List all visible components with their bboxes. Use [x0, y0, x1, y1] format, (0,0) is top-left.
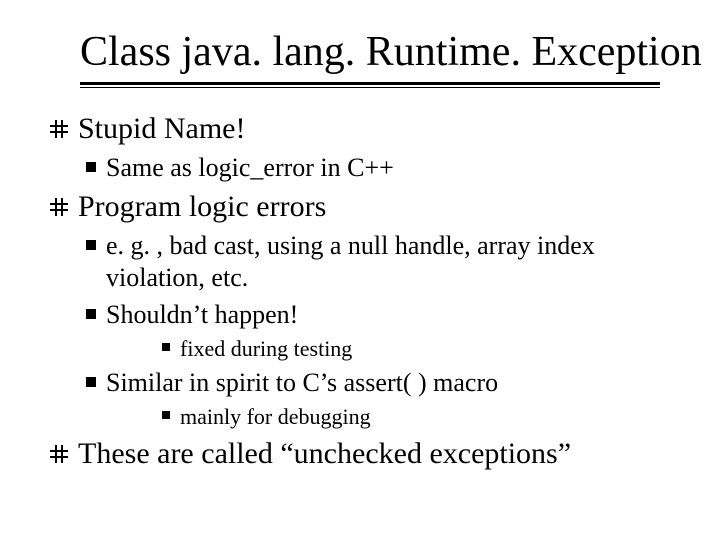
slide-title: Class java. lang. Runtime. Exception: [80, 28, 680, 76]
hash-bullet-icon: [50, 120, 68, 138]
list-item: These are called “unchecked exceptions”: [50, 435, 680, 473]
slide-content: Stupid Name! Same as logic_error in C++ …: [50, 110, 680, 472]
list-item: Shouldn’t happen!: [86, 299, 680, 332]
list-item: Stupid Name!: [50, 110, 680, 148]
item-text: mainly for debugging: [180, 403, 371, 431]
item-text: Stupid Name!: [78, 110, 245, 148]
item-text: e. g. , bad cast, using a null handle, a…: [106, 230, 680, 295]
square-bullet-icon: [86, 240, 96, 250]
list-item: Similar in spirit to C’s assert( ) macro: [86, 367, 680, 400]
list-item: Program logic errors: [50, 188, 680, 226]
list-item: Same as logic_error in C++: [86, 152, 680, 185]
square-bullet-icon: [86, 377, 96, 387]
item-text: Similar in spirit to C’s assert( ) macro: [106, 367, 498, 400]
square-bullet-icon: [86, 309, 96, 319]
square-bullet-icon: [162, 343, 170, 351]
item-text: fixed during testing: [180, 335, 352, 363]
square-bullet-icon: [162, 411, 170, 419]
hash-bullet-icon: [50, 445, 68, 463]
title-underline: [80, 82, 660, 92]
item-text: These are called “unchecked exceptions”: [78, 435, 571, 473]
list-item: e. g. , bad cast, using a null handle, a…: [86, 230, 680, 295]
slide: Class java. lang. Runtime. Exception Stu…: [0, 0, 720, 540]
hash-bullet-icon: [50, 198, 68, 216]
square-bullet-icon: [86, 162, 96, 172]
item-text: Same as logic_error in C++: [106, 152, 394, 185]
item-text: Program logic errors: [78, 188, 326, 226]
list-item: fixed during testing: [162, 335, 680, 363]
list-item: mainly for debugging: [162, 403, 680, 431]
item-text: Shouldn’t happen!: [106, 299, 298, 332]
